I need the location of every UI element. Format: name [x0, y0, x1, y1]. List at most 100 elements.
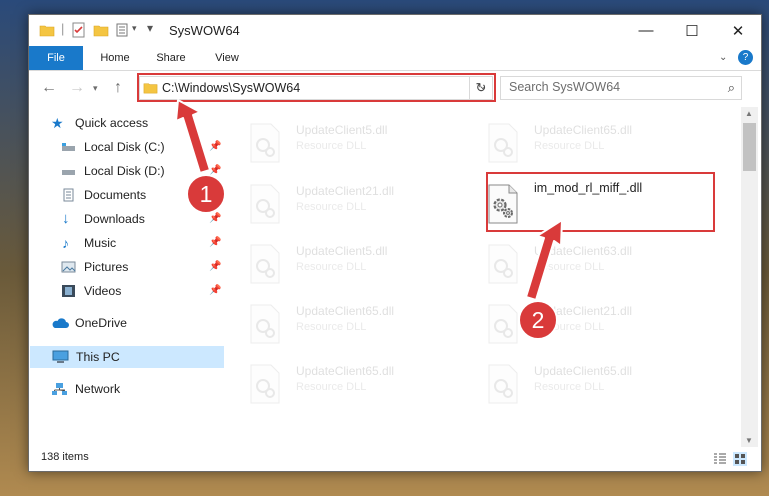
sidebar-item-pictures[interactable]: Pictures 📌	[29, 256, 225, 278]
scroll-down-icon[interactable]: ▼	[745, 436, 753, 445]
sidebar-item-label: Network	[75, 382, 121, 396]
cloud-icon	[52, 318, 69, 328]
list-item[interactable]: UpdateClient65.dll Resource DLL	[477, 117, 707, 173]
pictures-icon	[61, 261, 76, 273]
sidebar-item-label: Local Disk (C:)	[84, 140, 165, 154]
list-item[interactable]: UpdateClient21.dll Resource DLL	[239, 178, 469, 234]
navigation-pane: ★ Quick access Local Disk (C:) 📌 Local D…	[29, 112, 225, 447]
maximize-button[interactable]: ☐	[669, 15, 715, 46]
sidebar-item-label: Music	[84, 236, 117, 250]
pin-icon[interactable]: 📌	[209, 280, 221, 302]
dll-file-icon	[250, 123, 280, 163]
vertical-scrollbar[interactable]: ▲ ▼	[741, 107, 758, 447]
window-title: SysWOW64	[169, 23, 240, 38]
scroll-up-icon[interactable]: ▲	[745, 109, 753, 118]
drive-icon	[62, 143, 75, 151]
dropdown-arrow-icon[interactable]: ▾	[132, 23, 137, 34]
large-icons-view-icon[interactable]	[733, 452, 747, 466]
file-name: UpdateClient65.dll	[296, 364, 395, 378]
sidebar-item-label: Quick access	[75, 116, 149, 130]
file-list: UpdateClient5.dll Resource DLL UpdateCli…	[239, 107, 741, 447]
file-type: Resource DLL	[296, 261, 367, 273]
file-name: UpdateClient21.dll	[296, 184, 395, 198]
sidebar-item-this-pc[interactable]: This PC	[30, 346, 224, 368]
expand-ribbon-icon[interactable]: ⌄	[719, 52, 727, 63]
dll-file-icon	[250, 244, 280, 284]
sidebar-item-local-disk-c[interactable]: Local Disk (C:) 📌	[29, 136, 225, 158]
address-bar-highlight	[137, 73, 496, 102]
file-name: UpdateClient65.dll	[534, 123, 633, 137]
list-item[interactable]: UpdateClient65.dll Resource DLL	[239, 358, 469, 414]
sidebar-item-label: Pictures	[84, 260, 129, 274]
recent-locations-icon[interactable]: ▾	[93, 83, 98, 94]
up-icon[interactable]: ↑	[114, 79, 122, 97]
list-item[interactable]: UpdateClient5.dll Resource DLL	[239, 238, 469, 294]
sidebar-item-videos[interactable]: Videos 📌	[29, 280, 225, 302]
file-name: UpdateClient5.dll	[296, 244, 388, 258]
ribbon-tabs: File Home Share View ⌄ ?	[29, 46, 761, 71]
computer-icon	[52, 350, 69, 363]
sidebar-item-label: Downloads	[84, 212, 145, 226]
file-type: Resource DLL	[534, 261, 605, 273]
dll-file-icon	[250, 364, 280, 404]
star-icon: ★	[51, 115, 64, 131]
search-box[interactable]: ⌕	[500, 76, 742, 100]
back-icon[interactable]: ←	[41, 79, 57, 97]
music-icon: ♪	[62, 235, 69, 251]
properties-icon[interactable]	[71, 22, 87, 38]
list-item[interactable]: UpdateClient63.dll Resource DLL	[477, 238, 707, 294]
file-type: Resource DLL	[534, 140, 605, 152]
sidebar-item-onedrive[interactable]: OneDrive	[29, 312, 225, 334]
file-name: UpdateClient65.dll	[534, 364, 633, 378]
maximize-icon: ☐	[685, 22, 699, 40]
dll-file-icon	[250, 184, 280, 224]
list-item[interactable]: UpdateClient65.dll Resource DLL	[239, 298, 469, 354]
close-icon: ✕	[731, 22, 745, 40]
pin-icon[interactable]: 📌	[209, 232, 221, 254]
sidebar-item-quick-access[interactable]: ★ Quick access	[29, 112, 225, 134]
drive-icon	[62, 170, 75, 175]
tab-share[interactable]: Share	[147, 46, 195, 70]
item-count: 138 items	[41, 451, 89, 463]
pin-icon[interactable]: 📌	[209, 136, 221, 158]
tab-home[interactable]: Home	[91, 46, 139, 70]
file-name: UpdateClient63.dll	[534, 244, 633, 258]
tab-view[interactable]: View	[205, 46, 249, 70]
details-view-icon[interactable]	[713, 452, 727, 466]
dll-file-icon	[488, 364, 518, 404]
sidebar-item-label: Videos	[84, 284, 122, 298]
sidebar-item-network[interactable]: Network	[29, 378, 225, 400]
step-badge-1: 1	[186, 174, 226, 214]
sidebar-item-label: Local Disk (D:)	[84, 164, 165, 178]
minimize-button[interactable]: —	[623, 15, 669, 46]
file-type: Resource DLL	[296, 321, 367, 333]
close-button[interactable]: ✕	[715, 15, 761, 46]
tab-file[interactable]: File	[29, 46, 83, 70]
sidebar-item-label: OneDrive	[75, 316, 127, 330]
dll-file-icon	[488, 244, 518, 284]
list-item[interactable]: UpdateClient65.dll Resource DLL	[477, 358, 707, 414]
forward-icon[interactable]: →	[69, 79, 85, 97]
videos-icon	[62, 285, 75, 297]
sidebar-item-label: This PC	[76, 350, 120, 364]
dll-file-icon	[250, 304, 280, 344]
scrollbar-thumb[interactable]	[743, 123, 756, 171]
customize-quick-access-icon[interactable]	[115, 22, 131, 38]
search-input[interactable]	[509, 80, 709, 94]
documents-icon	[63, 188, 74, 202]
folder-icon	[39, 25, 55, 37]
file-name: UpdateClient65.dll	[296, 304, 395, 318]
file-type: Resource DLL	[534, 381, 605, 393]
list-item[interactable]: UpdateClient5.dll Resource DLL	[239, 117, 469, 173]
file-type: Resource DLL	[296, 140, 367, 152]
network-icon	[52, 383, 67, 395]
sidebar-item-music[interactable]: ♪ Music 📌	[29, 232, 225, 254]
pin-icon[interactable]: 📌	[209, 256, 221, 278]
minimize-icon: —	[638, 22, 654, 39]
new-folder-icon[interactable]	[93, 22, 109, 38]
search-icon[interactable]: ⌕	[728, 80, 735, 96]
list-item[interactable]: UpdateClient21.dll Resource DLL	[477, 298, 707, 354]
help-icon[interactable]: ?	[738, 50, 753, 65]
qat-menu-icon[interactable]: ▾	[147, 21, 153, 35]
file-type: Resource DLL	[296, 381, 367, 393]
